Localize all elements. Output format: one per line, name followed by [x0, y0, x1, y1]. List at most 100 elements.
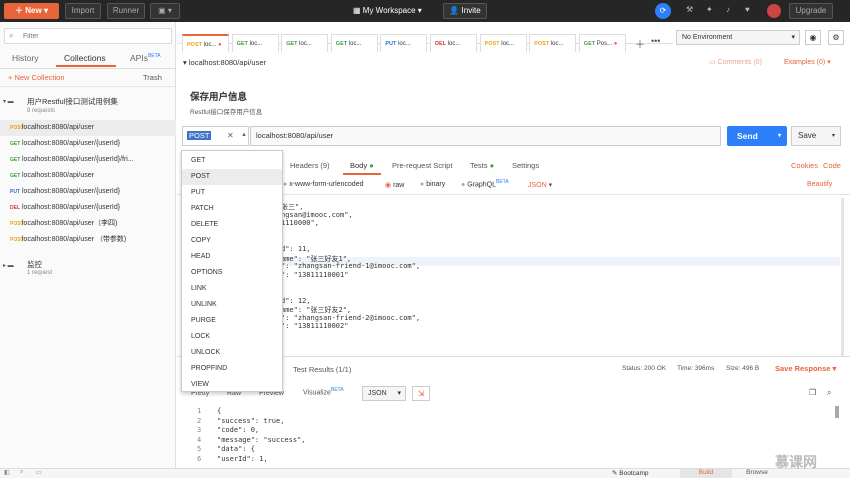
- examples-link[interactable]: Examples (0) ▾: [784, 58, 831, 66]
- tab-tests[interactable]: Tests ●: [470, 161, 494, 170]
- method-select[interactable]: POST ✕ ▲: [182, 126, 249, 146]
- save-response-button[interactable]: Save Response ▾: [775, 364, 836, 373]
- method-option[interactable]: PURGE: [182, 313, 282, 329]
- new-button[interactable]: ＋ New ▾: [4, 3, 59, 19]
- tab-pre-request-script[interactable]: Pre-request Script: [392, 161, 452, 170]
- request-url: localhost:8080/api/user/{userId}/fri...: [22, 156, 134, 163]
- line-number: 3: [197, 426, 202, 435]
- tab-body[interactable]: Body ●: [350, 161, 374, 170]
- sidebar-request-item[interactable]: GET localhost:8080/api/user/{userId}: [0, 136, 176, 152]
- tab-settings[interactable]: Settings: [512, 161, 539, 170]
- scrollbar[interactable]: [841, 198, 844, 356]
- sidebar-request-item[interactable]: POSTlocalhost:8080/api/user （带参数): [0, 232, 176, 248]
- method-badge: POST: [10, 125, 24, 131]
- method-option[interactable]: UNLINK: [182, 297, 282, 313]
- runner-button[interactable]: Runner: [107, 3, 145, 19]
- request-tab[interactable]: GET loc...: [281, 34, 329, 52]
- tab-collections[interactable]: Collections: [64, 53, 106, 63]
- workspace-switcher[interactable]: ▦ My Workspace ▾: [353, 6, 422, 15]
- request-tab[interactable]: POST loc...: [529, 34, 577, 52]
- environment-select[interactable]: No Environment ▾: [676, 30, 800, 45]
- collection-name[interactable]: 用户Restful接口测试用例集: [27, 96, 118, 107]
- save-button[interactable]: Save ▾: [791, 126, 841, 146]
- method-option[interactable]: PATCH: [182, 201, 282, 217]
- copy-icon[interactable]: ❐: [809, 388, 816, 397]
- method-option[interactable]: DELETE: [182, 217, 282, 233]
- tab-headers[interactable]: Headers (9): [290, 161, 330, 170]
- import-button[interactable]: Import: [65, 3, 101, 19]
- sync-icon[interactable]: ⟳: [655, 3, 671, 19]
- method-option[interactable]: POST: [182, 169, 282, 185]
- method-option[interactable]: COPY: [182, 233, 282, 249]
- upgrade-button[interactable]: Upgrade: [789, 3, 833, 19]
- sidebar-request-item[interactable]: DEL localhost:8080/api/user/{userId}: [0, 200, 176, 216]
- search-icon: ⌕: [9, 31, 14, 40]
- body-option-graphql[interactable]: ● GraphQLBETA: [461, 179, 509, 188]
- satellite-icon[interactable]: ⚒: [686, 5, 693, 14]
- method-option[interactable]: OPTIONS: [182, 265, 282, 281]
- mode-visualize[interactable]: VisualizeBETA: [303, 387, 344, 396]
- eye-icon[interactable]: ◉: [805, 30, 821, 45]
- sidebar-request-item[interactable]: GET localhost:8080/api/user/{userId}/fri.…: [0, 152, 176, 168]
- response-format-select[interactable]: JSON ▾: [362, 386, 406, 401]
- trash-link[interactable]: Trash: [143, 73, 162, 82]
- request-tab[interactable]: POST loc...: [479, 34, 527, 52]
- request-tab[interactable]: PUT loc...: [380, 34, 428, 52]
- gear-icon[interactable]: ⚙: [828, 30, 844, 45]
- method-option[interactable]: LINK: [182, 281, 282, 297]
- tab-apis[interactable]: APIsBETA: [130, 53, 161, 63]
- method-option[interactable]: LOCK: [182, 329, 282, 345]
- cookies-link[interactable]: Cookies: [791, 161, 818, 170]
- console-icon[interactable]: ▭: [36, 469, 42, 476]
- beautify-link[interactable]: Beautify: [807, 181, 832, 188]
- method-option[interactable]: HEAD: [182, 249, 282, 265]
- body-format-select[interactable]: JSON ▾: [528, 181, 552, 189]
- search-icon[interactable]: ⌕: [827, 388, 831, 398]
- filter-box[interactable]: ⌕: [4, 28, 172, 44]
- sidebar-request-item[interactable]: POSTlocalhost:8080/api/user: [0, 120, 176, 136]
- sidebar-request-item[interactable]: POSTlocalhost:8080/api/user（李四): [0, 216, 176, 232]
- new-window-button[interactable]: ▣ ▾: [150, 3, 180, 19]
- url-input[interactable]: localhost:8080/api/user: [250, 126, 721, 146]
- request-tab[interactable]: POST loc... ●: [182, 34, 229, 52]
- method-option[interactable]: UNLOCK: [182, 345, 282, 361]
- request-tab[interactable]: GET Pos... ●: [578, 34, 626, 52]
- method-option[interactable]: PUT: [182, 185, 282, 201]
- tab-history[interactable]: History: [12, 53, 38, 63]
- heart-icon[interactable]: ♥: [745, 5, 750, 14]
- body-option-raw[interactable]: ◉ raw: [385, 181, 404, 189]
- request-tab[interactable]: DEL loc...: [430, 34, 477, 52]
- avatar[interactable]: [767, 4, 781, 18]
- bell-icon[interactable]: ♪: [726, 5, 730, 14]
- settings-wrench-icon[interactable]: ✦: [706, 5, 713, 14]
- body-option-binary[interactable]: ● binary: [420, 181, 445, 188]
- body-option-urlencoded[interactable]: ● x-www-form-urlencoded: [283, 181, 363, 188]
- new-collection-button[interactable]: + New Collection: [8, 73, 65, 82]
- collection-name[interactable]: 监控: [27, 259, 42, 270]
- filter-input[interactable]: [23, 30, 163, 42]
- collection-expand-icon[interactable]: ▸ ▬: [3, 262, 14, 269]
- scrollbar[interactable]: [835, 406, 839, 418]
- search-icon[interactable]: ⌕: [20, 469, 23, 476]
- comments-link[interactable]: ▭ Comments (0): [709, 58, 762, 66]
- bootcamp-link[interactable]: ✎ Bootcamp: [612, 469, 649, 477]
- sidebar-request-item[interactable]: PUT localhost:8080/api/user/{userId}: [0, 184, 176, 200]
- method-option[interactable]: VIEW: [182, 377, 282, 393]
- collection-expand-icon[interactable]: ▾ ▬: [3, 98, 14, 105]
- request-tab[interactable]: GET loc...: [330, 34, 378, 52]
- response-body-editor[interactable]: 1 {2 "success": true, 3 "code": 0, 4 "messa…: [177, 407, 842, 467]
- send-button[interactable]: Send ▾: [727, 126, 787, 146]
- method-dropdown: GET POST PUT PATCH DELETE COPY HEAD OPTIONS LINK…: [181, 150, 283, 392]
- code-link[interactable]: Code: [823, 161, 841, 170]
- wrap-icon[interactable]: ⇲: [412, 386, 430, 401]
- more-tabs-icon[interactable]: •••: [651, 36, 660, 46]
- invite-button[interactable]: 👤 Invite: [443, 3, 487, 19]
- sidebar-request-item[interactable]: GET localhost:8080/api/user: [0, 168, 176, 184]
- tab-test-results[interactable]: Test Results (1/1): [293, 365, 351, 374]
- method-option[interactable]: GET: [182, 153, 282, 169]
- add-tab-button[interactable]: ＋: [635, 36, 645, 51]
- sidebar-toggle-icon[interactable]: ◧: [4, 469, 10, 476]
- build-tab[interactable]: Build: [680, 469, 732, 478]
- method-option[interactable]: PROPFIND: [182, 361, 282, 377]
- request-tab[interactable]: GET loc...: [231, 34, 279, 52]
